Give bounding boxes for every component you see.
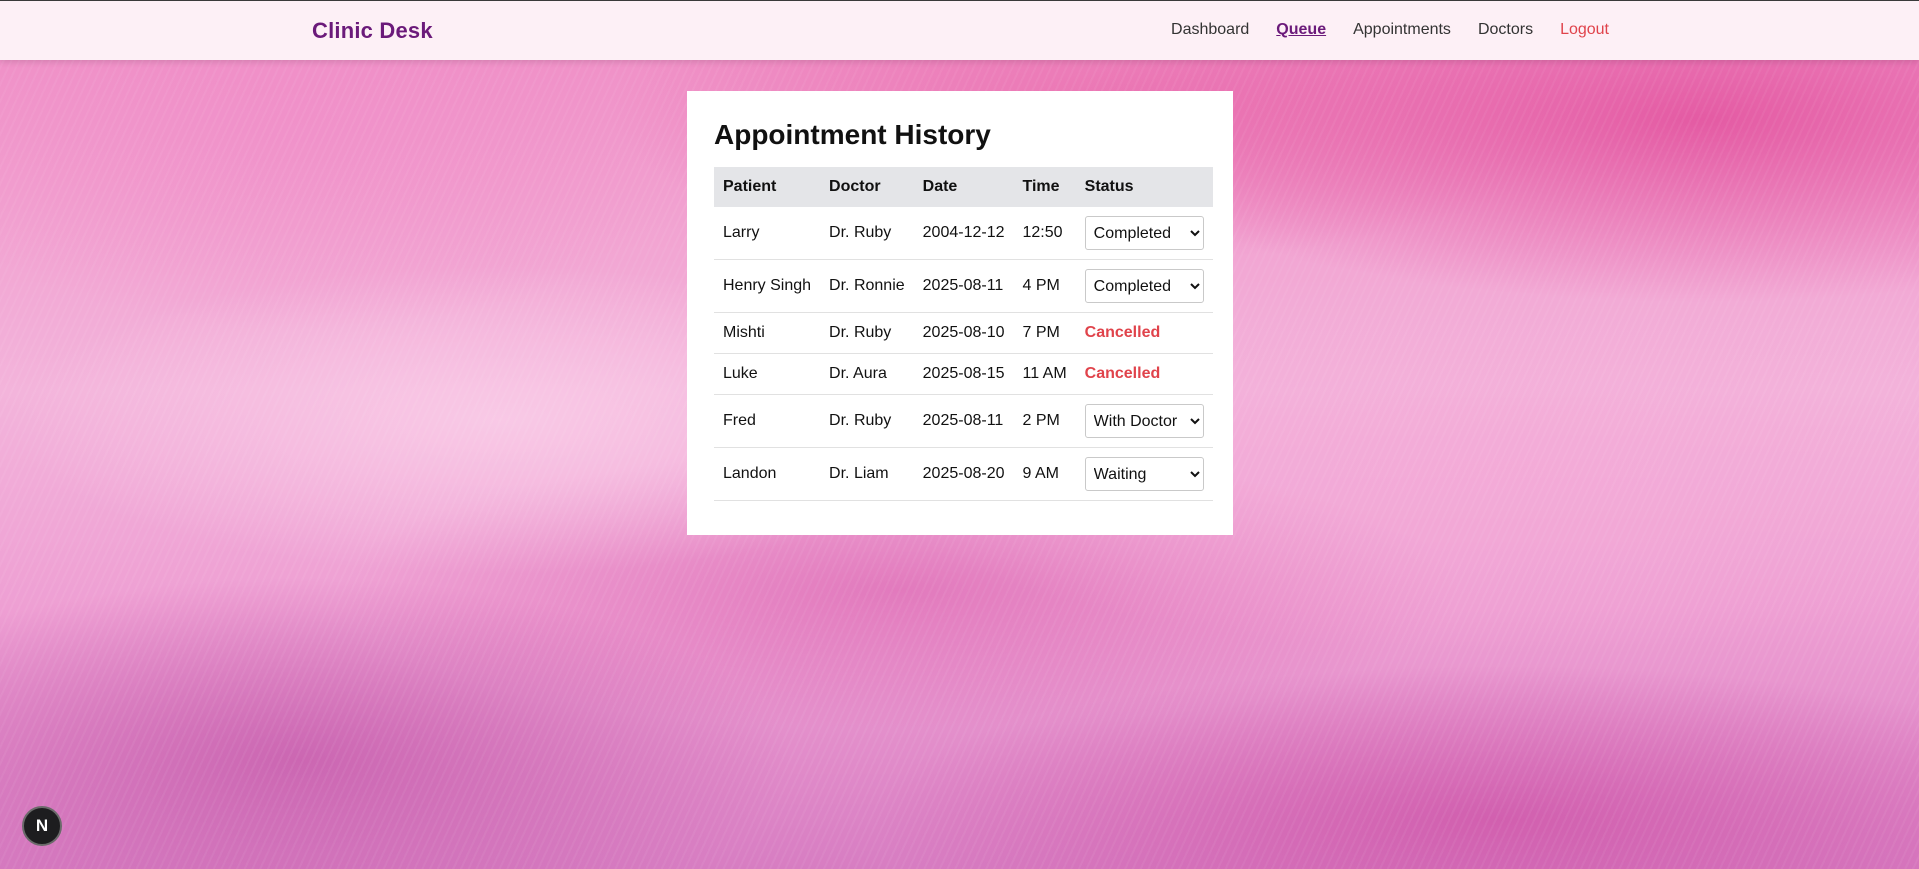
patient-cell: Henry Singh bbox=[714, 259, 821, 313]
date-cell: 2025-08-10 bbox=[913, 312, 1014, 354]
main-nav: Dashboard Queue Appointments Doctors Log… bbox=[1171, 21, 1609, 39]
column-header-status: Status bbox=[1084, 178, 1134, 195]
doctor-cell: Dr. Ronnie bbox=[820, 259, 914, 313]
status-select[interactable]: With Doctor bbox=[1084, 404, 1204, 438]
status-cell: Completed bbox=[1075, 207, 1213, 260]
time-cell: 11 AM bbox=[1013, 353, 1076, 395]
status-cell: Waiting bbox=[1075, 447, 1213, 501]
time-cell: 9 AM bbox=[1013, 447, 1076, 501]
table-row: Landon Dr. Liam 2025-08-20 9 AM Waiting bbox=[714, 447, 1213, 501]
date-cell: 2025-08-11 bbox=[913, 259, 1014, 313]
table-header-row: Patient Doctor Date Time Status bbox=[714, 167, 1213, 207]
patient-cell: Mishti bbox=[714, 312, 821, 354]
appointment-history-card: Appointment History Patient Doctor Date … bbox=[687, 91, 1233, 535]
table-row: Henry Singh Dr. Ronnie 2025-08-11 4 PM C… bbox=[714, 259, 1213, 313]
table-row: Fred Dr. Ruby 2025-08-11 2 PM With Docto… bbox=[714, 394, 1213, 448]
nav-queue[interactable]: Queue bbox=[1276, 21, 1326, 39]
column-header-doctor: Doctor bbox=[829, 178, 881, 195]
table-row: Luke Dr. Aura 2025-08-15 11 AM Cancelled bbox=[714, 353, 1213, 395]
status-cell: With Doctor bbox=[1075, 394, 1213, 448]
doctor-cell: Dr. Liam bbox=[820, 447, 914, 501]
nav-appointments[interactable]: Appointments bbox=[1353, 21, 1451, 39]
status-cell: Cancelled bbox=[1075, 353, 1213, 395]
brand-logo[interactable]: Clinic Desk bbox=[312, 18, 433, 44]
framework-dev-badge[interactable]: N bbox=[22, 806, 62, 846]
date-cell: 2004-12-12 bbox=[913, 207, 1014, 260]
patient-cell: Larry bbox=[714, 207, 821, 260]
table-row: Larry Dr. Ruby 2004-12-12 12:50 Complete… bbox=[714, 207, 1213, 260]
date-cell: 2025-08-11 bbox=[913, 394, 1014, 448]
top-navbar: Clinic Desk Dashboard Queue Appointments… bbox=[0, 0, 1919, 60]
page-title: Appointment History bbox=[714, 119, 991, 150]
patient-cell: Landon bbox=[714, 447, 821, 501]
patient-cell: Fred bbox=[714, 394, 821, 448]
patient-cell: Luke bbox=[714, 353, 821, 395]
table-row: Mishti Dr. Ruby 2025-08-10 7 PM Cancelle… bbox=[714, 312, 1213, 354]
status-cell: Completed bbox=[1075, 259, 1213, 313]
nav-doctors[interactable]: Doctors bbox=[1478, 21, 1533, 39]
date-cell: 2025-08-15 bbox=[913, 353, 1014, 395]
nav-dashboard[interactable]: Dashboard bbox=[1171, 21, 1249, 39]
status-cancelled-label: Cancelled bbox=[1084, 324, 1161, 341]
date-cell: 2025-08-20 bbox=[913, 447, 1014, 501]
time-cell: 4 PM bbox=[1013, 259, 1076, 313]
column-header-date: Date bbox=[922, 178, 958, 195]
status-cell: Cancelled bbox=[1075, 312, 1213, 354]
status-select[interactable]: Completed bbox=[1084, 216, 1204, 250]
doctor-cell: Dr. Ruby bbox=[820, 394, 914, 448]
time-cell: 2 PM bbox=[1013, 394, 1076, 448]
time-cell: 7 PM bbox=[1013, 312, 1076, 354]
appointments-table: Patient Doctor Date Time Status Larry Dr… bbox=[714, 167, 1213, 501]
nav-logout[interactable]: Logout bbox=[1560, 21, 1609, 39]
time-cell: 12:50 bbox=[1013, 207, 1076, 260]
column-header-time: Time bbox=[1022, 178, 1060, 195]
status-select[interactable]: Waiting bbox=[1084, 457, 1204, 491]
column-header-patient: Patient bbox=[723, 178, 777, 195]
status-select[interactable]: Completed bbox=[1084, 269, 1204, 303]
doctor-cell: Dr. Ruby bbox=[820, 312, 914, 354]
status-cancelled-label: Cancelled bbox=[1084, 365, 1161, 382]
doctor-cell: Dr. Aura bbox=[820, 353, 914, 395]
doctor-cell: Dr. Ruby bbox=[820, 207, 914, 260]
